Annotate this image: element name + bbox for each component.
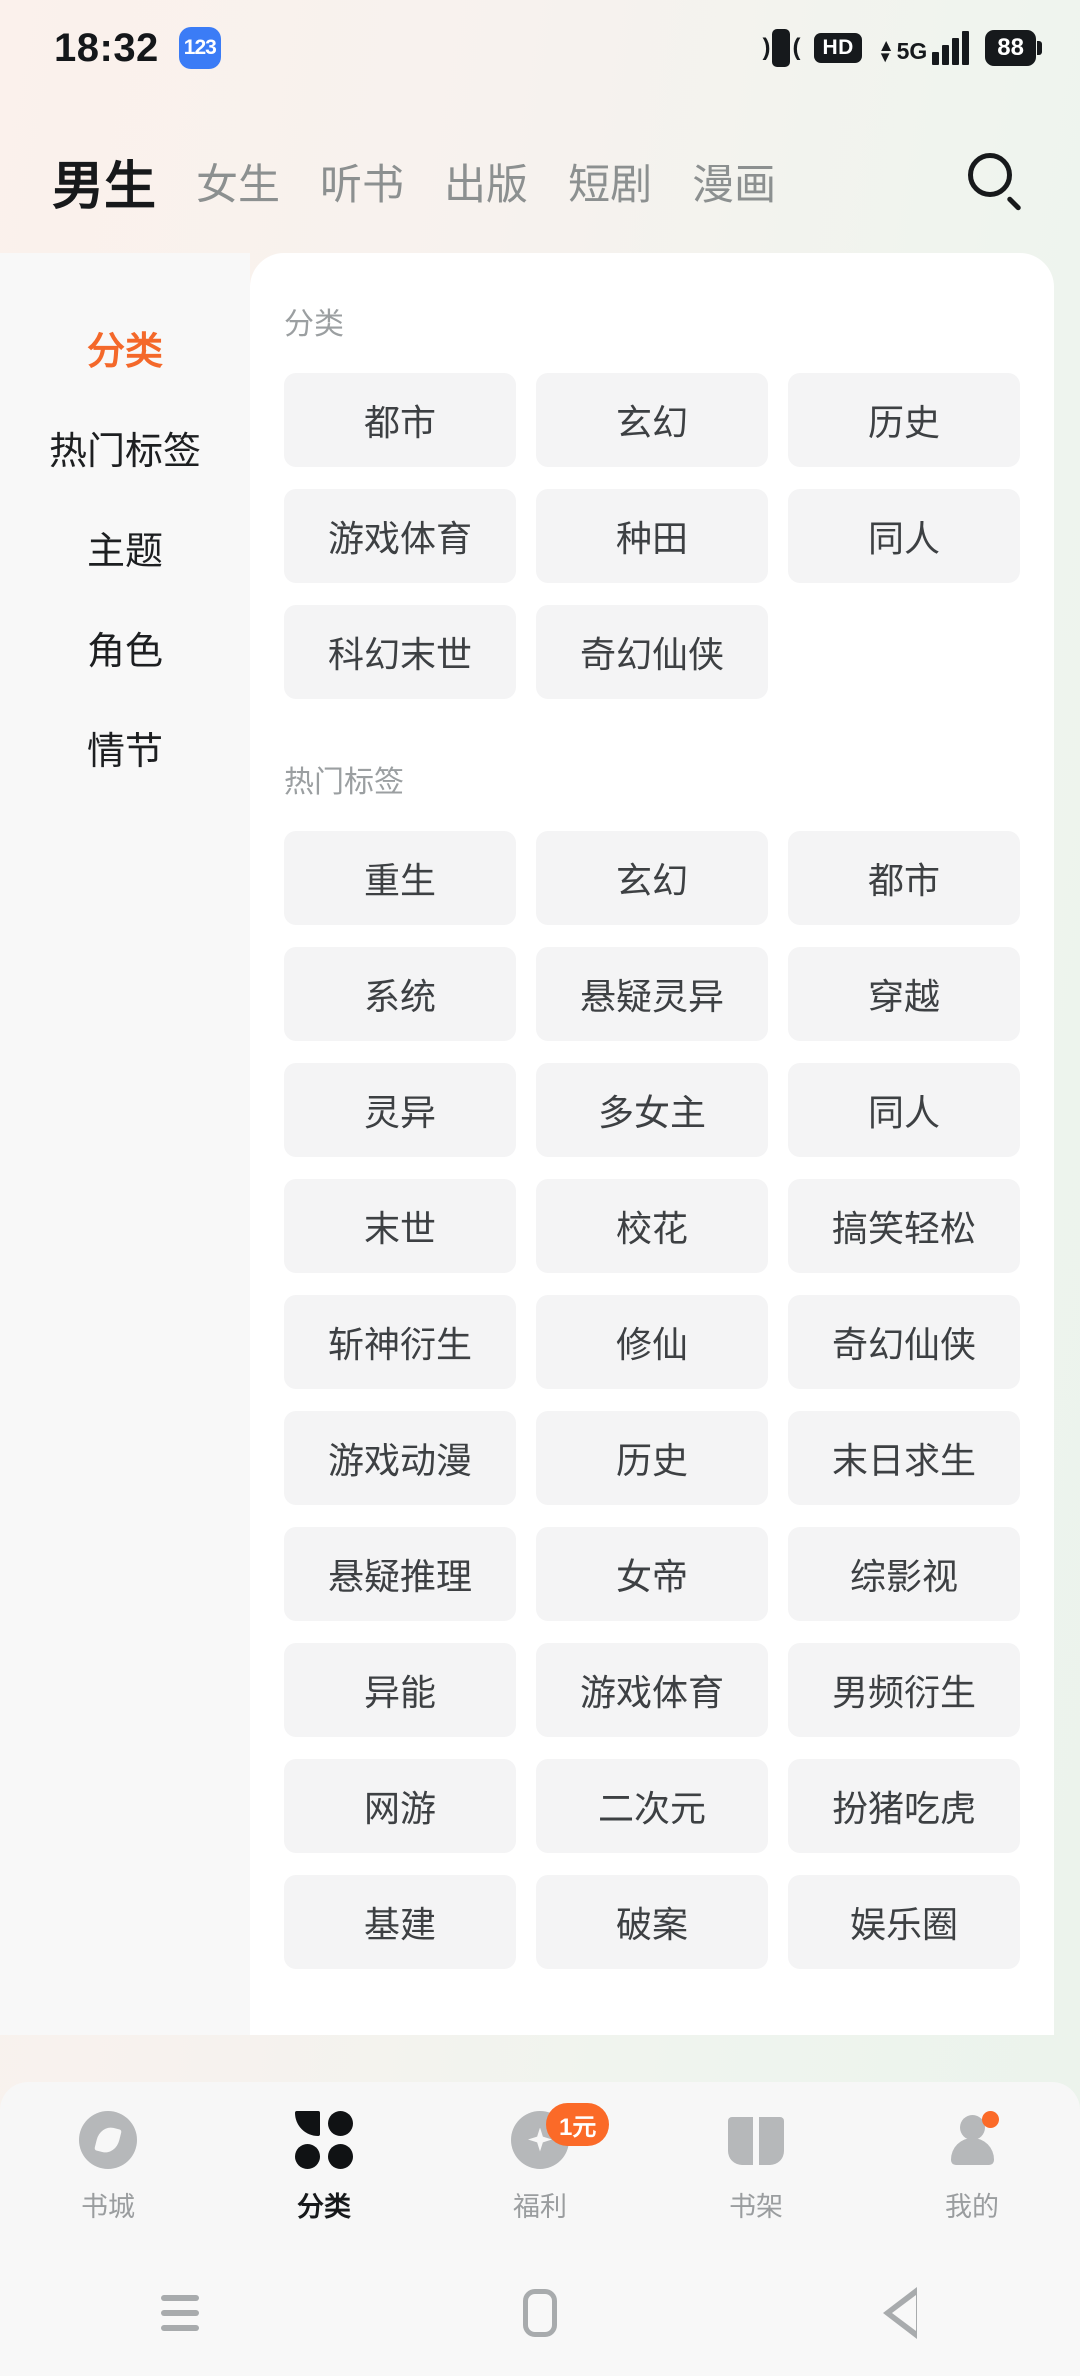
tag-chip[interactable]: 基建 (284, 1875, 516, 1969)
tag-chip[interactable]: 同人 (788, 489, 1020, 583)
sidebar-item-label: 分类 (86, 330, 163, 373)
tag-chip[interactable]: 搞笑轻松 (788, 1179, 1020, 1273)
status-time: 18:32 (54, 25, 159, 70)
hd-icon: HD (814, 33, 862, 63)
bottom-tab-bar: 书城 分类 1元 福利 书架 我的 (0, 2082, 1080, 2250)
battery-indicator: 88 (985, 30, 1036, 66)
tag-chip[interactable]: 扮猪吃虎 (788, 1759, 1020, 1853)
tag-chip[interactable]: 奇幻仙侠 (788, 1295, 1020, 1389)
app-badge-123-icon: 123 (178, 27, 221, 69)
tag-panel: 分类 都市 玄幻 历史 游戏体育 种田 同人 科幻末世 奇幻仙侠 热门标签 重生 玄幻 都市 系统悬… (250, 253, 1054, 2035)
tag-chip[interactable]: 斩神衍生 (284, 1295, 516, 1389)
tag-chip[interactable]: 历史 (536, 1411, 768, 1505)
tab-bar-item-fenlei[interactable]: 分类 (216, 2109, 432, 2224)
tag-chip[interactable]: 网游 (284, 1759, 516, 1853)
home-icon[interactable] (485, 2278, 595, 2348)
tag-chip[interactable]: 都市 (284, 373, 516, 467)
tag-chip[interactable]: 游戏动漫 (284, 1411, 516, 1505)
tag-chip[interactable]: 破案 (536, 1875, 768, 1969)
status-badge: 1元 (546, 2102, 610, 2146)
grid-icon (293, 2109, 355, 2171)
tag-grid-remenbiaoqian: 重生 玄幻 都市系统 悬疑灵异 穿越灵异 多女主 同人末世 校花 搞笑轻松斩神衍生 修仙 奇幻仙侠游… (250, 831, 1054, 1969)
category-sidebar: 分类 热门标签 主题 角色 情节 (0, 253, 250, 2035)
tag-chip[interactable]: 多女主 (536, 1063, 768, 1157)
recents-icon[interactable] (125, 2278, 235, 2348)
tag-chip[interactable]: 末世 (284, 1179, 516, 1273)
tab-nvsheng[interactable]: 女生 (196, 151, 280, 212)
tag-chip[interactable]: 综影视 (788, 1527, 1020, 1621)
section-title-fenlei: 分类 (284, 308, 344, 341)
tag-chip[interactable]: 男频衍生 (788, 1643, 1020, 1737)
network-status: ▲ ▼ 5G (878, 31, 970, 65)
tag-chip[interactable]: 历史 (788, 373, 1020, 467)
tab-bar-label: 我的 (945, 2191, 999, 2222)
tab-bar-label: 书城 (81, 2191, 135, 2222)
status-bar: 18:32 123 )( HD ▲ ▼ 5G 88 (0, 0, 1080, 96)
network-type-label: 5G (896, 38, 928, 64)
tab-bar-label: 分类 (297, 2191, 351, 2222)
tag-chip[interactable]: 女帝 (536, 1527, 768, 1621)
tab-bar-label: 书架 (729, 2191, 783, 2222)
tag-chip[interactable]: 悬疑推理 (284, 1527, 516, 1621)
tab-bar-label: 福利 (513, 2191, 567, 2222)
tab-chuban[interactable]: 出版 (444, 151, 528, 212)
sidebar-item-label: 热门标签 (48, 430, 201, 473)
sidebar-item-label: 情节 (86, 730, 163, 773)
tab-manhua[interactable]: 漫画 (692, 151, 776, 212)
sidebar-item-zhuti[interactable]: 主题 (0, 497, 250, 597)
sidebar-item-juese[interactable]: 角色 (0, 597, 250, 697)
tag-chip[interactable]: 二次元 (536, 1759, 768, 1853)
tag-chip[interactable]: 同人 (788, 1063, 1020, 1157)
tag-chip[interactable]: 悬疑灵异 (536, 947, 768, 1041)
system-nav-bar (0, 2250, 1080, 2376)
tag-chip[interactable]: 科幻末世 (284, 605, 516, 699)
status-bar-left: 18:32 123 (54, 26, 221, 71)
tab-bar-item-shujia[interactable]: 书架 (648, 2109, 864, 2224)
sidebar-item-qingjie[interactable]: 情节 (0, 697, 250, 797)
tag-chip[interactable]: 娱乐圈 (788, 1875, 1020, 1969)
tab-bar-item-wode[interactable]: 我的 (864, 2109, 1080, 2224)
vibrate-icon: )( (762, 28, 800, 68)
top-nav: 男生 女生 听书 出版 短剧 漫画 (0, 96, 1080, 253)
tag-chip[interactable]: 奇幻仙侠 (536, 605, 768, 699)
tag-chip[interactable]: 灵异 (284, 1063, 516, 1157)
tab-bar-item-shucheng[interactable]: 书城 (0, 2109, 216, 2224)
tag-chip[interactable]: 修仙 (536, 1295, 768, 1389)
tag-chip[interactable]: 穿越 (788, 947, 1020, 1041)
tag-chip[interactable]: 异能 (284, 1643, 516, 1737)
tag-chip[interactable]: 玄幻 (536, 373, 768, 467)
tag-chip[interactable]: 游戏体育 (284, 489, 516, 583)
signal-bars-icon (932, 31, 970, 65)
compass-icon (77, 2109, 139, 2171)
sidebar-item-label: 角色 (86, 630, 163, 673)
tab-bar-item-fuli[interactable]: 1元 福利 (432, 2102, 648, 2224)
back-icon[interactable] (845, 2278, 955, 2348)
tag-chip[interactable]: 校花 (536, 1179, 768, 1273)
tab-nansheng[interactable]: 男生 (52, 144, 156, 219)
tag-chip[interactable]: 重生 (284, 831, 516, 925)
sidebar-item-fenlei[interactable]: 分类 (0, 297, 250, 397)
sidebar-item-label: 主题 (86, 530, 163, 573)
book-icon (725, 2109, 787, 2171)
tag-chip[interactable]: 末日求生 (788, 1411, 1020, 1505)
section-title-remenbiaoqian: 热门标签 (284, 766, 404, 799)
sidebar-item-remenbiaoqian[interactable]: 热门标签 (0, 397, 250, 497)
tag-chip[interactable]: 玄幻 (536, 831, 768, 925)
tab-duanju[interactable]: 短剧 (568, 151, 652, 212)
tab-tingshu[interactable]: 听书 (320, 151, 404, 212)
status-bar-right: )( HD ▲ ▼ 5G 88 (762, 28, 1036, 68)
tag-chip[interactable]: 都市 (788, 831, 1020, 925)
data-transfer-icon: ▲ ▼ (877, 35, 895, 67)
tag-chip[interactable]: 游戏体育 (536, 1643, 768, 1737)
tag-chip[interactable]: 系统 (284, 947, 516, 1041)
tag-chip[interactable]: 种田 (536, 489, 768, 583)
content-area: 分类 热门标签 主题 角色 情节 分类 都市 玄幻 历史 游戏体育 种田 同人 科幻末世 奇幻… (0, 253, 1080, 2035)
tag-grid-fenlei: 都市 玄幻 历史游戏体育 种田 同人科幻末世 奇幻仙侠 (250, 373, 1054, 699)
search-icon[interactable] (964, 151, 1026, 213)
user-icon (941, 2109, 1003, 2171)
notification-dot (982, 2110, 999, 2128)
